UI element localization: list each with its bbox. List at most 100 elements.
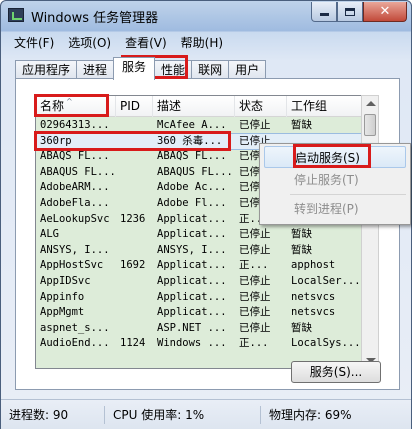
cell-name: AppIDSvc (40, 274, 91, 287)
status-bar: 进程数: 90 CPU 使用率: 1% 物理内存: 69% (1, 399, 411, 429)
cell-pid (116, 180, 153, 196)
stop-service-menu-item[interactable]: 停止服务(T) (264, 169, 406, 191)
title-bar[interactable]: Windows 任务管理器 ✕ (1, 1, 411, 31)
cell-name: ANSYS, I... (40, 243, 110, 256)
cell-description: ASP.NET ... (157, 321, 227, 334)
cell-description: Applicat... (157, 290, 227, 303)
cell-status: 已停止 (239, 228, 271, 241)
table-row[interactable]: ANSYS, I... ANSYS, I... 已停止 暂缺 (36, 243, 378, 259)
cell-name: AdobeFla... (40, 196, 110, 209)
cell-pid (116, 134, 153, 150)
cell-status: 已停止 (239, 306, 271, 319)
menu-separator (290, 194, 406, 195)
cell-group: 暂缺 (291, 228, 312, 241)
status-cpu-usage: CPU 使用率: 1% (105, 405, 261, 424)
tab-applications[interactable]: 应用程序 (15, 60, 78, 79)
cell-name: AdobeARM... (40, 181, 110, 194)
cell-pid (116, 118, 153, 134)
column-header-description[interactable]: 描述 (153, 96, 235, 117)
cell-name: 360rp (40, 134, 72, 147)
cell-description: Adobe Fl... (157, 196, 227, 209)
cell-pid (116, 149, 153, 165)
go-to-process-menu-item[interactable]: 转到进程(P) (264, 198, 406, 220)
cell-name: AeLookupSvc (40, 212, 110, 225)
menu-view[interactable]: 查看(V) (118, 32, 174, 50)
column-header-pid[interactable]: PID (116, 96, 153, 117)
close-button[interactable]: ✕ (363, 2, 407, 22)
vertical-scrollbar[interactable] (361, 95, 379, 369)
cell-name: AudioEnd... (40, 337, 110, 350)
cell-group: 暂缺 (291, 119, 312, 131)
cell-group: netsvcs (291, 306, 336, 319)
column-header-group[interactable]: 工作组 (287, 96, 363, 117)
column-header-name[interactable]: ^ 名称 (36, 96, 116, 117)
services-list[interactable]: ^ 名称 PID 描述 状态 工作组 02964313... McAfee A...… (35, 95, 379, 369)
cell-description: Applicat... (157, 228, 227, 241)
cell-pid (116, 290, 153, 306)
status-process-count: 进程数: 90 (1, 405, 105, 424)
menu-help[interactable]: 帮助(H) (174, 32, 230, 50)
minimize-button[interactable] (311, 2, 337, 22)
cell-status: 已停止 (239, 274, 271, 287)
cell-pid: 1692 (120, 259, 146, 272)
list-header: ^ 名称 PID 描述 状态 工作组 (36, 96, 378, 117)
cell-pid (116, 321, 153, 337)
cell-description: Applicat... (157, 306, 227, 319)
tab-services[interactable]: 服务 (113, 57, 156, 80)
cell-name: 02964313... (40, 119, 110, 131)
cell-group: LocalSer... (291, 274, 361, 287)
cell-pid (116, 196, 153, 212)
cell-name: ALG (40, 228, 59, 241)
cell-pid: 1124 (120, 337, 146, 350)
cell-description: ANSYS, I... (157, 243, 227, 256)
cell-description: Applicat... (157, 259, 227, 272)
cell-description: ABAQS FL... (157, 150, 227, 163)
cell-status: 已停止 (239, 321, 271, 334)
table-row[interactable]: Appinfo Applicat... 已停止 netsvcs (36, 290, 378, 306)
context-menu: 启动服务(S) 停止服务(T) 转到进程(P) (259, 143, 411, 225)
tab-performance[interactable]: 性能 (154, 60, 193, 79)
table-row[interactable]: AppIDSvc Applicat... 已停止 LocalSer... (36, 274, 378, 290)
menu-options[interactable]: 选项(O) (61, 32, 118, 50)
cell-status: 已停止 (239, 290, 271, 303)
services-button[interactable]: 服务(S)... (291, 361, 381, 383)
close-icon: ✕ (379, 4, 391, 19)
cell-group: netsvcs (291, 290, 336, 303)
tab-networking[interactable]: 联网 (191, 60, 230, 79)
menu-file[interactable]: 文件(F) (7, 32, 61, 50)
scroll-thumb[interactable] (364, 114, 376, 136)
start-service-menu-item[interactable]: 启动服务(S) (264, 146, 406, 168)
services-panel: ^ 名称 PID 描述 状态 工作组 02964313... McAfee A...… (15, 78, 400, 390)
table-row[interactable]: aspnet_s... ASP.NET ... 已停止 暂缺 (36, 321, 378, 337)
scroll-up-icon[interactable] (366, 101, 376, 106)
cell-pid (116, 305, 153, 321)
tab-users[interactable]: 用户 (228, 60, 267, 79)
table-row[interactable]: 02964313... McAfee A... 已停止 暂缺 (36, 118, 378, 134)
maximize-button[interactable] (337, 2, 363, 22)
cell-name: ABAQUS FL... (40, 165, 116, 178)
table-row[interactable]: AudioEnd... 1124 Windows ... 正... LocalSys..… (36, 336, 378, 352)
cell-status: 已停止 (239, 243, 271, 256)
cell-name: aspnet_s... (40, 321, 110, 334)
tab-processes[interactable]: 进程 (76, 60, 115, 79)
cell-description: Windows ... (157, 337, 227, 350)
caption-buttons: ✕ (311, 2, 407, 22)
cell-name: ABAQS FL... (40, 150, 110, 163)
table-row[interactable]: AppHostSvc 1692 Applicat... 正... apphost (36, 258, 378, 274)
cell-name: AppHostSvc (40, 259, 104, 272)
cell-group: LocalSys... (291, 337, 361, 350)
task-manager-window: Windows 任务管理器 ✕ 文件(F) 选项(O) 查看(V) 帮助(H) … (0, 0, 412, 429)
window-title: Windows 任务管理器 (31, 11, 159, 26)
menu-bar: 文件(F) 选项(O) 查看(V) 帮助(H) (7, 32, 230, 50)
cell-description: 360 杀毒... (157, 134, 223, 147)
column-header-status[interactable]: 状态 (235, 96, 287, 117)
cell-name: AppMgmt (40, 306, 85, 319)
cell-status: 正... (239, 337, 269, 350)
table-row[interactable]: AppMgmt Applicat... 已停止 netsvcs (36, 305, 378, 321)
status-memory: 物理内存: 69% (269, 407, 352, 422)
cell-status: 已停止 (239, 119, 271, 131)
table-row[interactable]: ALG Applicat... 已停止 暂缺 (36, 227, 378, 243)
cell-pid (116, 243, 153, 259)
cell-pid (116, 165, 153, 181)
sort-ascending-icon: ^ (66, 97, 73, 106)
